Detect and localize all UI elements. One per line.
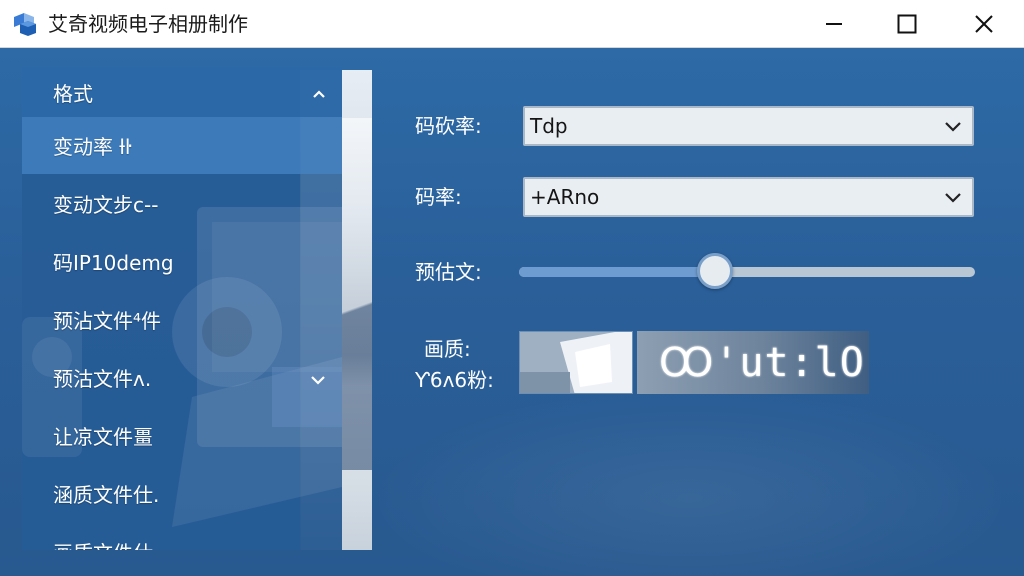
minimize-icon: [825, 15, 843, 33]
chevron-down-icon: [944, 114, 962, 138]
bitrate-select[interactable]: +ARno: [523, 177, 974, 217]
encoding-select[interactable]: Tdp: [523, 106, 974, 146]
quality-readout: Ꝏ'ut:lO: [637, 331, 869, 394]
estimate-slider-thumb[interactable]: [697, 253, 734, 289]
sidebar-item-label: 让凉文件畺: [53, 425, 153, 449]
sidebar: 格式 变动率 ƚŀ 变动文步ᴄ-- 码ⅠP10demg 预沾文件⁴件 预沽文件ᴧ…: [22, 67, 342, 550]
quality-label: 画质:: [424, 337, 471, 361]
estimate-slider-track[interactable]: [519, 267, 975, 277]
close-icon: [974, 14, 994, 34]
minimize-button[interactable]: [800, 0, 868, 48]
maximize-icon: [897, 14, 917, 34]
close-button[interactable]: [950, 0, 1018, 48]
encoding-value: Tdp: [530, 114, 568, 138]
maximize-button[interactable]: [873, 0, 941, 48]
window-title: 艾奇视频电子相册制作: [48, 12, 248, 36]
sidebar-item-label: 画质文件仕: [53, 537, 153, 550]
sidebar-item-label: 变动率 ƚŀ: [53, 135, 132, 159]
sidebar-item-estimate-file-expand[interactable]: 预沽文件ᴧ.: [22, 349, 342, 406]
sidebar-item-quality-file[interactable]: 涵质文件仕.: [22, 465, 342, 522]
chevron-down-icon: [944, 185, 962, 209]
sidebar-item-label: 涵质文件仕.: [53, 483, 160, 507]
quality-sub-label: Ƴ6ᴧ6粉:: [415, 368, 494, 392]
bitrate-label: 码率:: [415, 185, 462, 209]
sidebar-item-format[interactable]: 格式: [22, 67, 342, 117]
sidebar-item-frame-rate[interactable]: 变动率 ƚŀ: [22, 117, 342, 174]
sidebar-item-quality-file-2[interactable]: 画质文件仕: [22, 523, 342, 550]
preview-photo-shade: [342, 200, 372, 470]
sidebar-item-label: 预沾文件⁴件: [53, 309, 162, 333]
encoding-label: 码砍率:: [415, 114, 482, 138]
sidebar-item-label: 变动文步ᴄ--: [53, 193, 159, 217]
chevron-down-icon: [310, 366, 326, 390]
sidebar-item-cool-file[interactable]: 让凉文件畺: [22, 407, 342, 464]
sidebar-item-estimate-file[interactable]: 预沾文件⁴件: [22, 291, 342, 348]
sidebar-item-label: 预沽文件ᴧ.: [53, 367, 152, 391]
estimate-slider-fill: [519, 267, 716, 277]
sidebar-item-label: 格式: [53, 81, 93, 106]
quality-preview-image: [520, 332, 632, 393]
sidebar-item-label: 码ⅠP10demg: [53, 251, 174, 275]
chevron-up-icon: [312, 80, 326, 104]
title-bar: 艾奇视频电子相册制作: [0, 0, 1024, 48]
background-wave: [340, 378, 1024, 576]
sidebar-item-dynamic-text[interactable]: 变动文步ᴄ--: [22, 175, 342, 232]
app-cube-icon: [12, 12, 38, 36]
estimate-label: 预估文:: [415, 260, 482, 284]
bitrate-value: +ARno: [530, 185, 600, 209]
quality-preview-thumbnail[interactable]: [519, 331, 633, 394]
sidebar-item-code[interactable]: 码ⅠP10demg: [22, 233, 342, 290]
